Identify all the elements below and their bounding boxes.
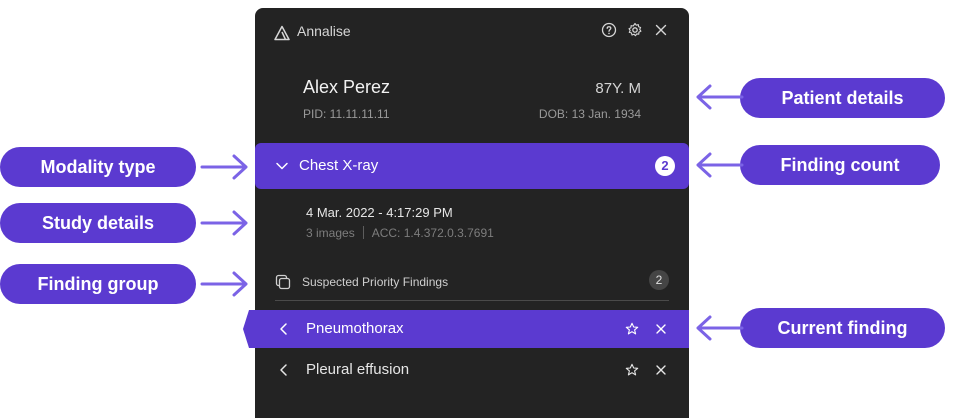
arrow-right-icon — [200, 154, 248, 180]
close-icon[interactable] — [653, 22, 669, 38]
finding-group-count: 2 — [649, 270, 669, 290]
group-stack-icon — [275, 274, 291, 290]
patient-id: PID: 11.11.11.11 — [303, 107, 390, 121]
patient-age-sex: 87Y. M — [595, 80, 641, 97]
patient-name: Alex Perez — [303, 77, 391, 97]
close-icon[interactable] — [655, 364, 667, 376]
patient-dob: DOB: 13 Jan. 1934 — [538, 107, 641, 121]
annalise-logo-icon — [274, 25, 290, 41]
header-actions — [601, 22, 669, 38]
arrow-left-icon — [696, 152, 744, 178]
chevron-down-icon — [276, 162, 288, 170]
callout-finding-group: Finding group — [0, 264, 196, 304]
arrow-left-icon — [696, 84, 744, 110]
close-icon[interactable] — [655, 323, 667, 335]
study-meta-divider — [362, 226, 364, 239]
finding-count-badge: 2 — [655, 156, 675, 176]
finding-name: Pneumothorax — [306, 320, 404, 337]
chevron-left-icon[interactable] — [277, 322, 291, 336]
star-icon[interactable] — [625, 363, 639, 377]
arrow-left-icon — [696, 315, 744, 341]
arrow-right-icon — [200, 271, 248, 297]
finding-group-label: Suspected Priority Findings — [302, 275, 449, 289]
callout-study-details: Study details — [0, 203, 196, 243]
panel-header: Annalise — [255, 8, 689, 56]
study-acc: ACC: 1.4.372.0.3.7691 — [371, 226, 494, 240]
modality-row[interactable]: Chest X-ray 2 — [255, 143, 689, 189]
app-name: Annalise — [297, 23, 351, 39]
settings-icon[interactable] — [627, 22, 643, 38]
study-datetime: 4 Mar. 2022 - 4:17:29 PM — [306, 205, 453, 220]
finding-row[interactable]: Pleural effusion — [255, 351, 689, 389]
callout-finding-count: Finding count — [740, 145, 940, 185]
finding-name: Pleural effusion — [306, 361, 410, 378]
study-images: 3 images — [306, 226, 355, 240]
finding-row-current[interactable]: Pneumothorax — [255, 310, 689, 348]
annalise-panel: Annalise Alex Perez 87Y. M PID: 11.11.11… — [255, 8, 689, 418]
arrow-right-icon — [200, 210, 248, 236]
callout-current-finding: Current finding — [740, 308, 945, 348]
star-icon[interactable] — [625, 322, 639, 336]
callout-patient-details: Patient details — [740, 78, 945, 118]
current-finding-tab — [243, 310, 257, 348]
help-icon[interactable] — [601, 22, 617, 38]
study-meta: 3 images ACC: 1.4.372.0.3.7691 — [306, 226, 494, 240]
group-divider — [275, 300, 669, 301]
callout-modality-type: Modality type — [0, 147, 196, 187]
chevron-left-icon[interactable] — [277, 363, 291, 377]
modality-label: Chest X-ray — [299, 157, 379, 174]
